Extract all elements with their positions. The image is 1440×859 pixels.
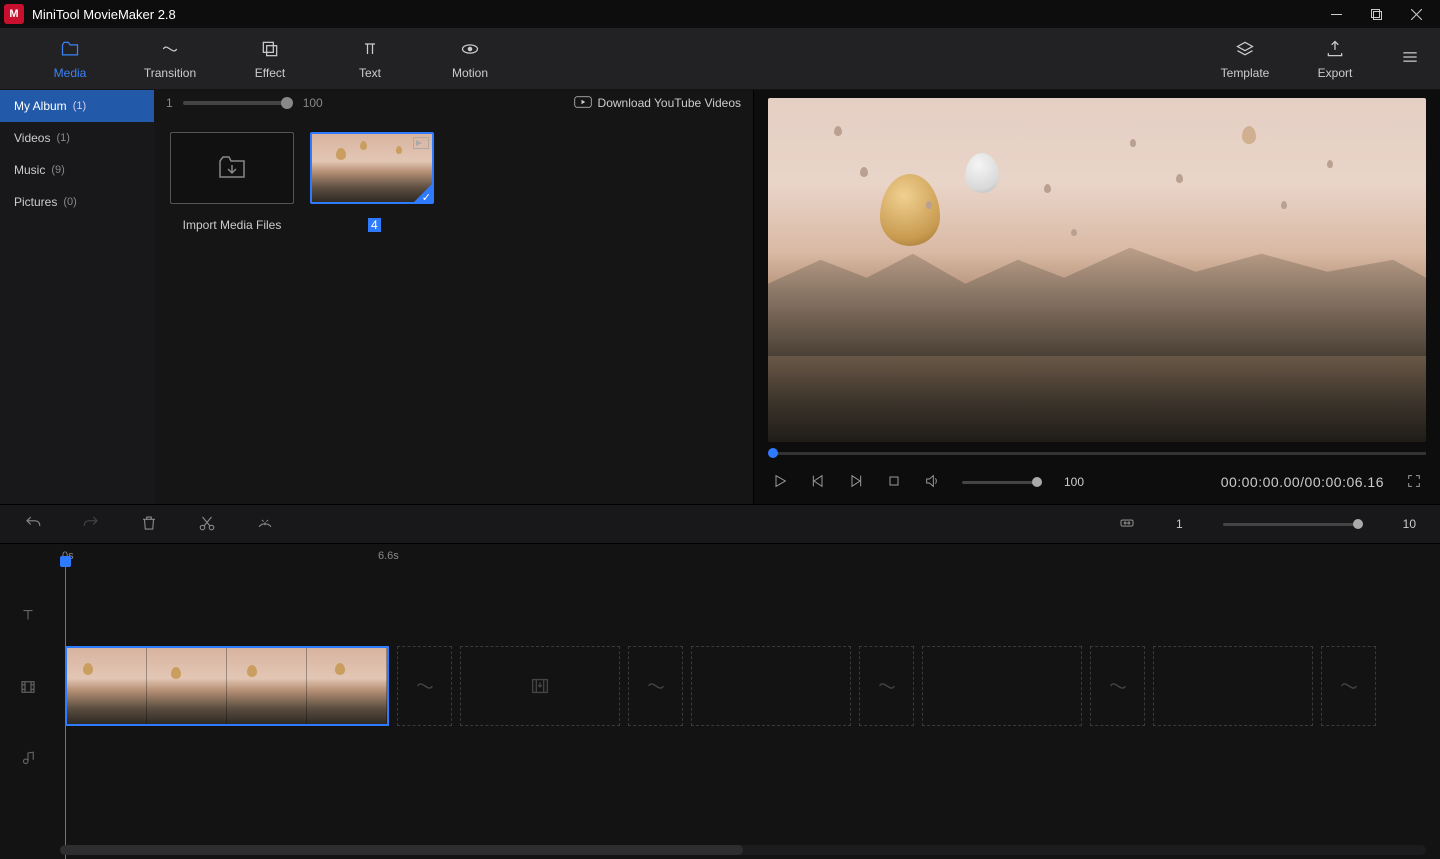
video-drop[interactable] [1153,646,1313,726]
video-clip[interactable] [65,646,389,726]
effect-icon [220,38,320,60]
sidebar-item-myalbum[interactable]: My Album (1) [0,90,154,122]
transition-icon [120,38,220,60]
tab-label: Motion [452,66,488,80]
timeline-ruler[interactable]: 0s 6.6s [0,544,1440,584]
main-toolbar: Media Transition Effect Text Motion Temp… [0,28,1440,90]
app-title: MiniTool MovieMaker 2.8 [32,7,176,22]
text-track-icon [0,606,55,624]
video-drop[interactable] [460,646,620,726]
export-label: Export [1318,66,1353,80]
export-button[interactable]: Export [1290,38,1380,80]
template-button[interactable]: Template [1200,38,1290,80]
sidebar-item-music[interactable]: Music (9) [0,154,154,186]
maximize-button[interactable] [1356,0,1396,28]
media-sidebar: My Album (1) Videos (1) Music (9) Pictures (… [0,90,154,504]
menu-button[interactable] [1400,47,1420,70]
timeline: 0s 6.6s [0,544,1440,859]
transition-drop[interactable] [628,646,683,726]
tab-motion[interactable]: Motion [420,38,520,80]
transition-drop[interactable] [859,646,914,726]
fullscreen-button[interactable] [1406,473,1422,492]
video-drop[interactable] [691,646,851,726]
video-drop[interactable] [922,646,1082,726]
preview-panel: 100 00:00:00.00/00:00:06.16 [754,90,1440,504]
video-badge-icon [413,137,429,149]
title-bar: M MiniTool MovieMaker 2.8 [0,0,1440,28]
speed-button[interactable] [256,514,274,535]
video-track[interactable] [0,646,1440,728]
sidebar-item-pictures[interactable]: Pictures (0) [0,186,154,218]
stop-button[interactable] [886,473,902,492]
tab-transition[interactable]: Transition [120,38,220,80]
sidebar-item-videos[interactable]: Videos (1) [0,122,154,154]
audio-track[interactable] [0,728,1440,790]
tab-media[interactable]: Media [20,38,120,80]
next-frame-button[interactable] [848,473,864,492]
sidebar-item-label: Videos [14,131,50,145]
minimize-button[interactable] [1316,0,1356,28]
split-button[interactable] [198,514,216,535]
sidebar-item-label: Music [14,163,45,177]
delete-button[interactable] [140,514,158,535]
motion-icon [420,38,520,60]
ruler-mark: 6.6s [378,550,399,562]
sidebar-item-count: (9) [51,164,64,176]
folder-icon [20,38,120,60]
media-panel: 1 100 Download YouTube Videos Import Med… [154,90,754,504]
tab-label: Text [359,66,381,80]
tab-text[interactable]: Text [320,38,420,80]
export-icon [1290,38,1380,60]
tab-label: Transition [144,66,196,80]
timeline-zoom-slider[interactable] [1223,523,1363,526]
template-label: Template [1221,66,1270,80]
sidebar-item-label: Pictures [14,195,57,209]
redo-button[interactable] [82,514,100,535]
media-clip-name: 4 [368,218,381,232]
play-button[interactable] [772,473,788,492]
preview-scrubber[interactable] [768,446,1426,460]
thumb-zoom-slider[interactable] [183,101,293,105]
transition-drop[interactable] [1090,646,1145,726]
volume-value: 100 [1064,475,1084,489]
sidebar-item-label: My Album [14,99,67,113]
close-button[interactable] [1396,0,1436,28]
text-icon [320,38,420,60]
thumb-zoom-max: 100 [303,96,323,110]
audio-track-icon [0,750,55,768]
timeline-zoom-max: 10 [1403,517,1416,531]
timeline-toolbar: 1 10 [0,504,1440,544]
preview-timecode: 00:00:00.00/00:00:06.16 [1221,474,1384,490]
preview-video[interactable] [768,98,1426,442]
text-track[interactable] [0,584,1440,646]
app-logo-icon: M [4,4,24,24]
tab-label: Effect [255,66,285,80]
import-icon [218,155,246,182]
youtube-icon [574,96,592,111]
fit-button[interactable] [1118,514,1136,535]
download-youtube-link[interactable]: Download YouTube Videos [574,96,741,111]
tab-label: Media [54,66,87,80]
transition-drop[interactable] [397,646,452,726]
timeline-zoom-min: 1 [1176,517,1183,531]
media-clip-card[interactable]: 4 [310,132,434,232]
transition-drop[interactable] [1321,646,1376,726]
volume-icon[interactable] [924,473,940,492]
video-track-icon [0,678,55,696]
sidebar-item-count: (1) [73,100,86,112]
undo-button[interactable] [24,514,42,535]
sidebar-item-count: (0) [63,196,76,208]
import-media-label: Import Media Files [170,218,294,232]
download-youtube-label: Download YouTube Videos [598,96,741,110]
tab-effect[interactable]: Effect [220,38,320,80]
thumb-zoom-min: 1 [166,96,173,110]
prev-frame-button[interactable] [810,473,826,492]
volume-slider[interactable] [962,481,1042,484]
sidebar-item-count: (1) [56,132,69,144]
import-media-card[interactable]: Import Media Files [170,132,294,232]
template-icon [1200,38,1290,60]
timeline-scrollbar[interactable] [60,845,1426,855]
